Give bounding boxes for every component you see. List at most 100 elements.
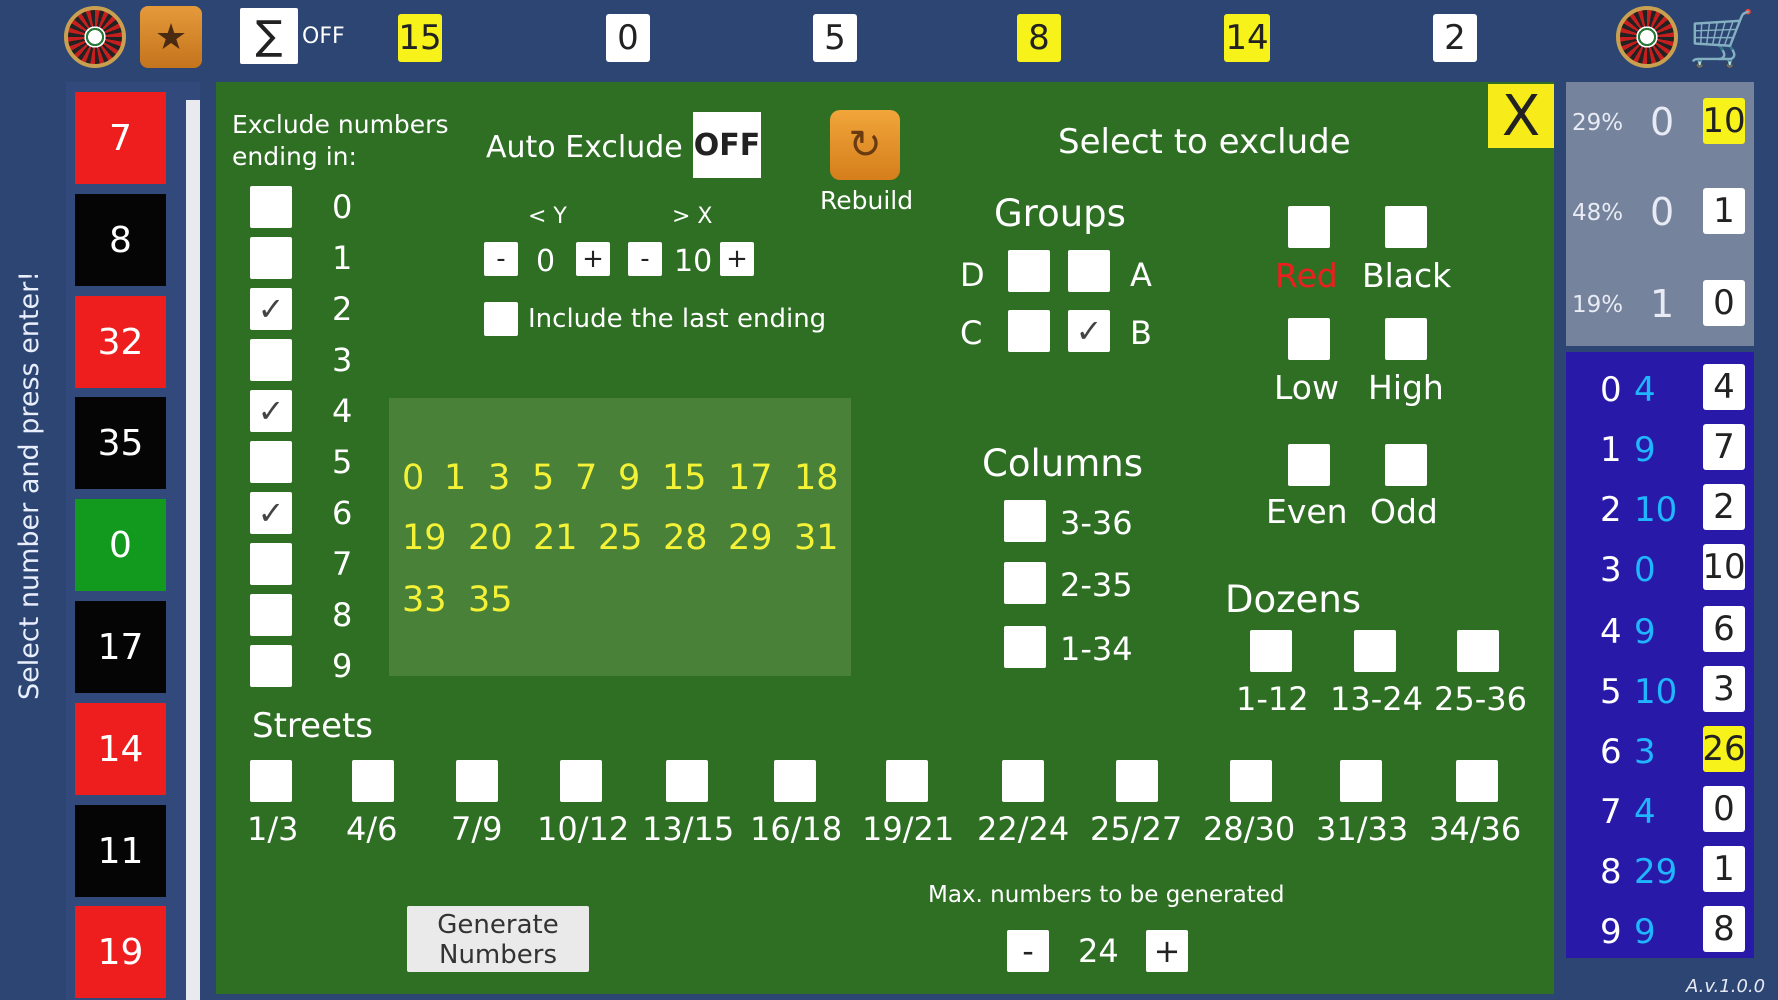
digit-label: 2 [1600, 490, 1622, 530]
close-button[interactable]: X [1488, 84, 1554, 149]
history-item[interactable]: 7 [75, 92, 166, 184]
digit-count: 10 [1634, 672, 1678, 712]
history-item[interactable]: 32 [75, 296, 166, 388]
recent-number-4: 8 [1017, 14, 1061, 62]
stat-pct: 48% [1572, 200, 1624, 226]
history-item[interactable]: 35 [75, 397, 166, 489]
street-checkbox[interactable] [886, 760, 928, 802]
group-a-label: A [1130, 256, 1152, 294]
ending-checkbox-0[interactable] [250, 186, 292, 228]
high-checkbox[interactable] [1385, 318, 1427, 360]
ending-checkbox-7[interactable] [250, 543, 292, 585]
ending-checkbox-3[interactable] [250, 339, 292, 381]
roulette-wheel-right-icon[interactable] [1616, 6, 1678, 68]
max-plus-button[interactable]: + [1146, 930, 1188, 972]
column-label-2-35: 2-35 [1060, 566, 1133, 604]
ending-checkbox-4[interactable]: ✓ [250, 390, 292, 432]
history-item[interactable]: 14 [75, 703, 166, 795]
street-checkbox[interactable] [456, 760, 498, 802]
history-item[interactable]: 11 [75, 805, 166, 897]
street-label: 4/6 [346, 810, 398, 848]
x-plus-button[interactable]: + [720, 242, 754, 276]
stat-mid: 0 [1650, 100, 1675, 144]
auto-exclude-toggle[interactable]: OFF [693, 112, 761, 178]
street-checkbox[interactable] [352, 760, 394, 802]
digit-label: 7 [1600, 792, 1622, 832]
recent-number-1: 15 [398, 14, 442, 62]
ending-checkbox-1[interactable] [250, 237, 292, 279]
version-label: A.v.1.0.0 [1686, 976, 1766, 997]
generate-numbers-button[interactable]: Generate Numbers [407, 906, 589, 972]
roulette-wheel-icon[interactable] [64, 6, 126, 68]
generated-number: 3 [488, 458, 511, 498]
street-checkbox[interactable] [1456, 760, 1498, 802]
low-checkbox[interactable] [1288, 318, 1330, 360]
y-plus-button[interactable]: + [576, 242, 610, 276]
history-item[interactable]: 17 [75, 601, 166, 693]
street-checkbox[interactable] [1230, 760, 1272, 802]
street-label: 10/12 [537, 810, 630, 848]
red-checkbox[interactable] [1288, 206, 1330, 248]
ending-label-7: 7 [332, 545, 353, 583]
group-a-checkbox[interactable] [1068, 250, 1110, 292]
ending-label-3: 3 [332, 341, 353, 379]
street-checkbox[interactable] [1116, 760, 1158, 802]
digit-count: 29 [1634, 852, 1678, 892]
digit-box: 26 [1702, 726, 1746, 772]
dozen-checkbox-1-12[interactable] [1250, 630, 1292, 672]
column-checkbox-1-34[interactable] [1004, 626, 1046, 668]
red-label: Red [1275, 256, 1338, 295]
history-item[interactable]: 19 [75, 906, 166, 998]
street-checkbox[interactable] [1002, 760, 1044, 802]
ending-checkbox-5[interactable] [250, 441, 292, 483]
include-last-checkbox[interactable] [484, 302, 518, 336]
y-minus-button[interactable]: - [484, 242, 518, 276]
ending-label-1: 1 [332, 239, 353, 277]
digit-label: 0 [1600, 370, 1622, 410]
group-b-label: B [1130, 314, 1152, 352]
rebuild-button[interactable]: ↻ [830, 110, 900, 180]
cart-button[interactable]: 🛒 [1688, 7, 1755, 70]
group-d-checkbox[interactable] [1008, 250, 1050, 292]
history-item[interactable]: 8 [75, 194, 166, 286]
streets-title: Streets [252, 706, 374, 746]
exclude-endings-title-1: Exclude numbers [232, 110, 449, 139]
black-checkbox[interactable] [1385, 206, 1427, 248]
street-checkbox[interactable] [1340, 760, 1382, 802]
dozen-checkbox-25-36[interactable] [1457, 630, 1499, 672]
street-checkbox[interactable] [666, 760, 708, 802]
generated-number: 35 [468, 580, 513, 620]
history-item[interactable]: 0 [75, 499, 166, 591]
history-scrollbar[interactable] [186, 100, 200, 1000]
odd-label: Odd [1370, 492, 1438, 531]
digit-count: 4 [1634, 792, 1656, 832]
max-minus-button[interactable]: - [1007, 930, 1049, 972]
street-label: 25/27 [1090, 810, 1183, 848]
dozen-checkbox-13-24[interactable] [1354, 630, 1396, 672]
ending-checkbox-2[interactable]: ✓ [250, 288, 292, 330]
x-minus-button[interactable]: - [628, 242, 662, 276]
ending-label-5: 5 [332, 443, 353, 481]
group-b-checkbox[interactable]: ✓ [1068, 310, 1110, 352]
ending-checkbox-6[interactable]: ✓ [250, 492, 292, 534]
sigma-toggle-button[interactable]: ∑ [240, 8, 298, 64]
street-checkbox[interactable] [774, 760, 816, 802]
column-checkbox-2-35[interactable] [1004, 562, 1046, 604]
favorite-star-button[interactable]: ★ [140, 6, 202, 68]
street-checkbox[interactable] [560, 760, 602, 802]
recent-number-3: 5 [813, 14, 857, 62]
even-checkbox[interactable] [1288, 444, 1330, 486]
digit-box: 3 [1703, 666, 1745, 712]
street-checkbox[interactable] [250, 760, 292, 802]
digit-count: 9 [1634, 430, 1656, 470]
group-c-checkbox[interactable] [1008, 310, 1050, 352]
digit-label: 1 [1600, 430, 1622, 470]
exclude-endings-title-2: ending in: [232, 142, 357, 171]
ending-checkbox-8[interactable] [250, 594, 292, 636]
column-checkbox-3-36[interactable] [1004, 500, 1046, 542]
column-label-1-34: 1-34 [1060, 630, 1133, 668]
checkmark-icon: ✓ [257, 290, 285, 328]
odd-checkbox[interactable] [1385, 444, 1427, 486]
dozen-label-1-12: 1-12 [1236, 680, 1309, 718]
ending-checkbox-9[interactable] [250, 645, 292, 687]
